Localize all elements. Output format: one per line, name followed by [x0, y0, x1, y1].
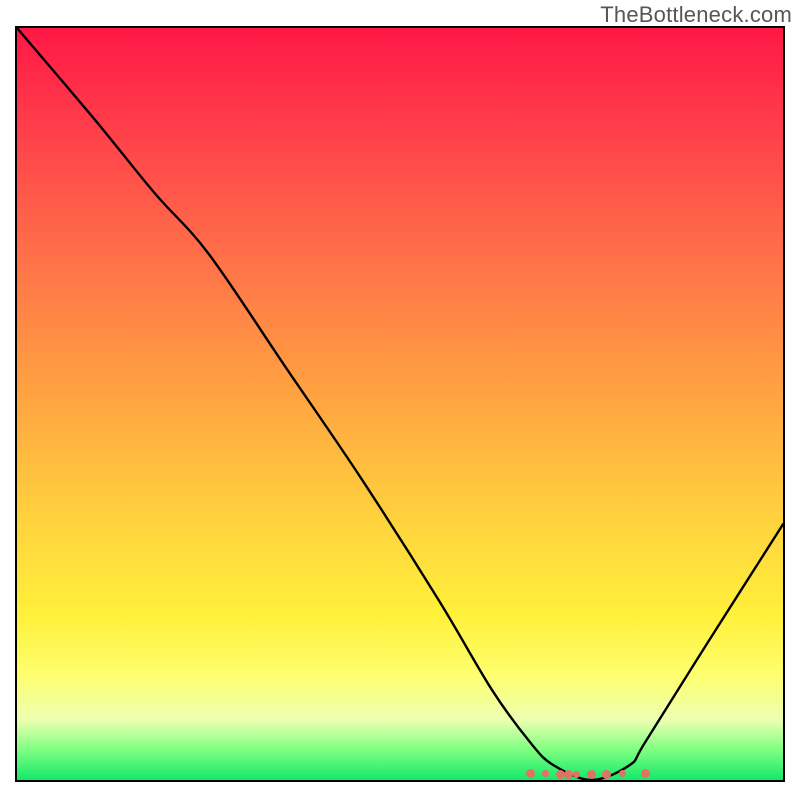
scatter-point [564, 770, 573, 779]
scatter-point [587, 770, 596, 779]
chart-container: TheBottleneck.com [0, 0, 800, 800]
plot-area [15, 26, 785, 782]
scatter-point [542, 770, 549, 777]
scatter-point [619, 770, 626, 777]
scatter-points [17, 28, 783, 780]
watermark-text: TheBottleneck.com [600, 2, 792, 28]
scatter-point [573, 771, 580, 778]
scatter-point [602, 770, 611, 779]
scatter-point [641, 769, 650, 778]
scatter-point [526, 769, 535, 778]
